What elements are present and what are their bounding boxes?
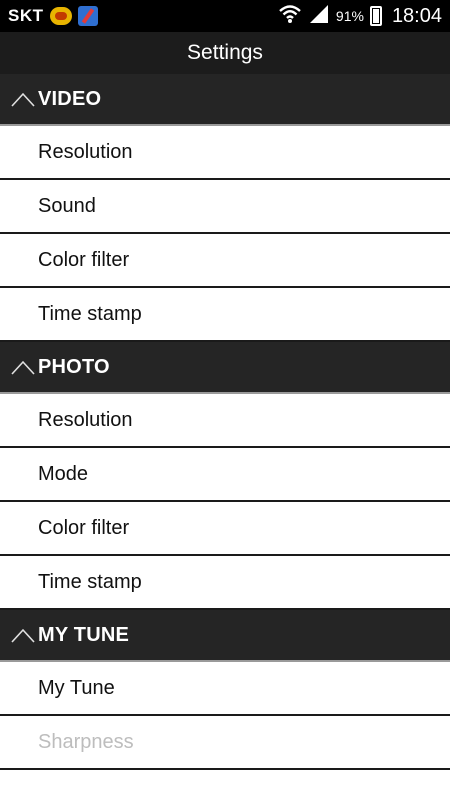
section-title: MY TUNE [38,623,130,646]
battery-charging-icon [369,6,382,26]
chevron-up-icon [10,89,36,109]
setting-item-my-tune[interactable]: My Tune [0,662,450,716]
setting-item-label: My Tune [38,676,115,699]
setting-item-photo-mode[interactable]: Mode [0,448,450,502]
chevron-up-icon [10,357,36,377]
setting-item-video-sound[interactable]: Sound [0,180,450,234]
setting-item-photo-resolution[interactable]: Resolution [0,394,450,448]
status-bar: SKT 91% 18:04 [0,0,450,32]
setting-item-label: Resolution [38,140,133,163]
setting-item-label: Sharpness [38,730,134,753]
setting-item-label: Resolution [38,408,133,431]
section-header-my-tune[interactable]: MY TUNE [0,610,450,662]
section-title: VIDEO [38,87,102,110]
setting-item-video-resolution[interactable]: Resolution [0,126,450,180]
page-title: Settings [187,41,263,64]
status-right: 91% 18:04 [278,3,442,30]
setting-item-label: Sound [38,194,96,217]
section-title: PHOTO [38,355,110,378]
setting-item-video-time-stamp[interactable]: Time stamp [0,288,450,342]
setting-item-label: Mode [38,462,89,485]
battery-percent: 91% [335,8,364,24]
signal-icon [308,3,330,30]
status-left: SKT [8,6,98,26]
section-header-video[interactable]: VIDEO [0,74,450,126]
action-bar: Settings [0,32,450,74]
clock: 18:04 [391,4,442,27]
setting-item-photo-time-stamp[interactable]: Time stamp [0,556,450,610]
app-badge-icon [49,7,72,25]
setting-item-label: Color filter [38,516,130,539]
setting-item-label: Color filter [38,248,130,271]
setting-item-label: Time stamp [38,302,142,325]
setting-item-label: Time stamp [38,570,142,593]
settings-screen: SKT 91% 18:04 Settings VIDEO Resolution … [0,0,450,800]
section-header-photo[interactable]: PHOTO [0,342,450,394]
setting-item-sharpness: Sharpness [0,716,450,770]
setting-item-video-color-filter[interactable]: Color filter [0,234,450,288]
app-icon [77,6,98,26]
setting-item-photo-color-filter[interactable]: Color filter [0,502,450,556]
wifi-icon [278,3,302,30]
chevron-up-icon [10,625,36,645]
carrier-label: SKT [8,6,44,25]
